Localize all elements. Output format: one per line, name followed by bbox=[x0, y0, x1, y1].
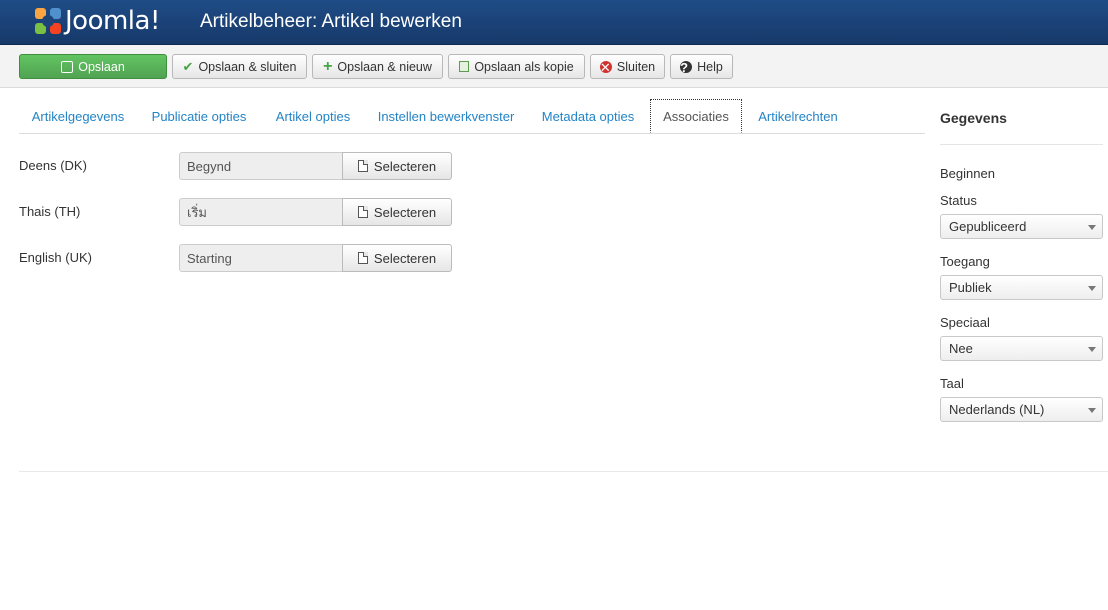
select-button-label: Selecteren bbox=[373, 204, 437, 220]
save-button[interactable]: Opslaan bbox=[19, 54, 167, 79]
chevron-down-icon bbox=[1088, 286, 1096, 291]
toolbar: Opslaan ✔ Opslaan & sluiten + Opslaan & … bbox=[0, 45, 1108, 88]
access-select[interactable]: Publiek bbox=[940, 275, 1103, 300]
check-icon: ✔ bbox=[182, 59, 194, 74]
question-circle-icon: ? bbox=[680, 60, 693, 74]
logo-text: Joomla! bbox=[65, 6, 160, 36]
save-copy-button[interactable]: Opslaan als kopie bbox=[448, 54, 585, 79]
save-icon bbox=[61, 60, 74, 73]
save-new-button-label: Opslaan & nieuw bbox=[337, 59, 432, 74]
association-input-th: เริ่ม bbox=[179, 198, 344, 226]
tab-artikel-opties[interactable]: Artikel opties bbox=[265, 99, 361, 134]
tab-bar: Artikelgegevens Publicatie opties Artike… bbox=[19, 99, 925, 134]
tab-associaties[interactable]: Associaties bbox=[650, 99, 742, 133]
page-title: Artikelbeheer: Artikel bewerken bbox=[200, 11, 462, 32]
association-label-dk: Deens (DK) bbox=[19, 158, 87, 173]
plus-icon: + bbox=[323, 57, 333, 75]
close-button[interactable]: ✕ Sluiten bbox=[590, 54, 665, 79]
status-label: Status bbox=[940, 193, 977, 208]
tab-publicatie-opties[interactable]: Publicatie opties bbox=[141, 99, 257, 134]
joomla-logo-icon bbox=[33, 6, 63, 36]
association-label-uk: English (UK) bbox=[19, 250, 92, 265]
select-button-th[interactable]: Selecteren bbox=[342, 198, 452, 226]
tab-metadata-opties[interactable]: Metadata opties bbox=[531, 99, 645, 134]
association-label-th: Thais (TH) bbox=[19, 204, 81, 219]
save-copy-button-label: Opslaan als kopie bbox=[474, 59, 574, 74]
save-button-label: Opslaan bbox=[78, 59, 125, 74]
file-icon bbox=[357, 252, 368, 264]
featured-select-value: Nee bbox=[949, 341, 973, 356]
close-circle-icon: ✕ bbox=[599, 59, 612, 75]
chevron-down-icon bbox=[1088, 408, 1096, 413]
select-button-label: Selecteren bbox=[373, 250, 437, 266]
select-button-uk[interactable]: Selecteren bbox=[342, 244, 452, 272]
help-button-label: Help bbox=[697, 59, 723, 74]
save-close-button[interactable]: ✔ Opslaan & sluiten bbox=[172, 54, 307, 79]
featured-label: Speciaal bbox=[940, 315, 990, 330]
language-select[interactable]: Nederlands (NL) bbox=[940, 397, 1103, 422]
content-divider bbox=[19, 471, 1108, 472]
close-button-label: Sluiten bbox=[616, 59, 656, 74]
access-label: Toegang bbox=[940, 254, 990, 269]
file-icon bbox=[357, 206, 368, 218]
access-select-value: Publiek bbox=[949, 280, 992, 295]
save-close-button-label: Opslaan & sluiten bbox=[198, 59, 297, 74]
association-input-uk: Starting bbox=[179, 244, 344, 272]
select-button-dk[interactable]: Selecteren bbox=[342, 152, 452, 180]
file-icon bbox=[357, 160, 368, 172]
tab-artikelrechten[interactable]: Artikelrechten bbox=[748, 99, 848, 134]
sidebar-title: Gegevens bbox=[940, 110, 1007, 126]
joomla-logo[interactable]: Joomla! bbox=[33, 4, 160, 38]
association-input-dk: Begynd bbox=[179, 152, 344, 180]
copy-icon bbox=[459, 61, 470, 72]
sidebar-article-title: Beginnen bbox=[940, 166, 995, 181]
featured-select[interactable]: Nee bbox=[940, 336, 1103, 361]
top-header: Joomla! Artikelbeheer: Artikel bewerken bbox=[0, 0, 1108, 45]
chevron-down-icon bbox=[1088, 347, 1096, 352]
chevron-down-icon bbox=[1088, 225, 1096, 230]
sidebar-divider bbox=[940, 144, 1103, 145]
save-new-button[interactable]: + Opslaan & nieuw bbox=[312, 54, 443, 79]
language-select-value: Nederlands (NL) bbox=[949, 402, 1045, 417]
select-button-label: Selecteren bbox=[373, 158, 437, 174]
help-button[interactable]: ? Help bbox=[670, 54, 733, 79]
status-select[interactable]: Gepubliceerd bbox=[940, 214, 1103, 239]
tab-artikelgegevens[interactable]: Artikelgegevens bbox=[19, 99, 137, 134]
tab-instellen-bewerkvenster[interactable]: Instellen bewerkvenster bbox=[369, 99, 523, 134]
language-label: Taal bbox=[940, 376, 964, 391]
status-select-value: Gepubliceerd bbox=[949, 219, 1027, 234]
